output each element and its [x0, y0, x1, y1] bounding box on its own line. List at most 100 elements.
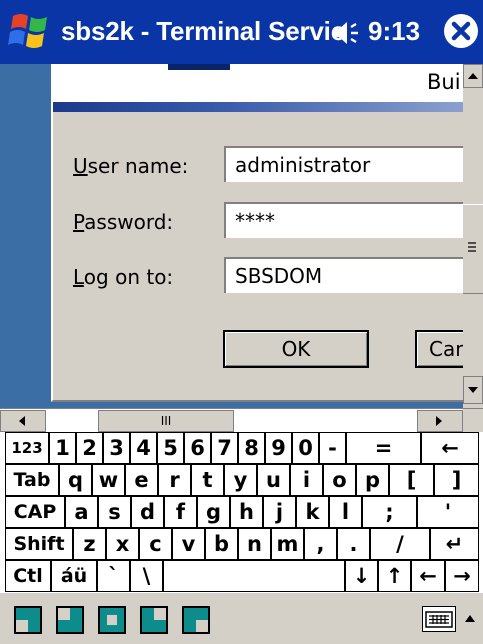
key-z[interactable]: z: [73, 528, 106, 560]
remote-desktop[interactable]: Bui User name: administrator Password: *…: [0, 64, 483, 408]
key-q[interactable]: q: [59, 464, 92, 496]
keyboard-row-1: 123 1 2 3 4 5 6 7 8 9 0 - = ←: [0, 432, 483, 464]
key-2[interactable]: 2: [76, 432, 103, 464]
key-x[interactable]: x: [106, 528, 139, 560]
key-3[interactable]: 3: [103, 432, 130, 464]
key-minus[interactable]: -: [319, 432, 346, 464]
key-t[interactable]: t: [191, 464, 224, 496]
key-y[interactable]: y: [224, 464, 257, 496]
key-intl[interactable]: áü: [51, 560, 97, 592]
key-period[interactable]: .: [337, 528, 370, 560]
arrow-up-icon: [468, 73, 478, 79]
key-comma[interactable]: ,: [304, 528, 337, 560]
key-i[interactable]: i: [290, 464, 323, 496]
arrow-down-icon: [468, 387, 478, 393]
ok-button[interactable]: OK: [223, 330, 369, 368]
key-caps[interactable]: CAP: [5, 496, 65, 528]
key-up[interactable]: ↑: [378, 560, 411, 592]
key-backtick[interactable]: `: [97, 560, 130, 592]
tool-button-1[interactable]: [14, 606, 42, 634]
key-shift[interactable]: Shift: [5, 528, 73, 560]
command-bar: [0, 592, 483, 644]
key-semicolon[interactable]: ;: [362, 496, 417, 528]
close-button[interactable]: [444, 14, 478, 48]
key-j[interactable]: j: [263, 496, 296, 528]
key-quote[interactable]: ': [417, 496, 479, 528]
keyboard-icon: [425, 611, 453, 628]
key-o[interactable]: o: [323, 464, 356, 496]
window-corner-icon: [196, 620, 208, 632]
banner-bar: [168, 64, 230, 70]
key-6[interactable]: 6: [184, 432, 211, 464]
key-p[interactable]: p: [356, 464, 389, 496]
key-space[interactable]: [163, 560, 345, 592]
horizontal-scrollbar[interactable]: III: [0, 408, 483, 433]
tool-button-4[interactable]: [140, 606, 168, 634]
scroll-left-button[interactable]: [0, 410, 46, 432]
windows-flag-icon[interactable]: [7, 10, 53, 52]
key-l[interactable]: l: [329, 496, 362, 528]
key-right[interactable]: →: [445, 560, 479, 592]
speaker-icon[interactable]: [331, 19, 361, 47]
keyboard-row-5: Ctl áü ` \ ↓ ↑ ← →: [0, 560, 483, 592]
key-123[interactable]: 123: [5, 432, 49, 464]
keyboard-row-2: Tab q w e r t y u i o p [ ]: [0, 464, 483, 496]
window-title: sbs2k - Terminal Servic: [61, 16, 345, 46]
password-label: Password:: [73, 210, 174, 234]
key-f[interactable]: f: [164, 496, 197, 528]
key-k[interactable]: k: [296, 496, 329, 528]
window-corner-icon: [58, 608, 70, 620]
key-s[interactable]: s: [98, 496, 131, 528]
key-1[interactable]: 1: [49, 432, 76, 464]
key-enter[interactable]: ↵: [430, 528, 479, 560]
vertical-scrollbar[interactable]: [463, 64, 483, 408]
key-left[interactable]: ←: [411, 560, 445, 592]
key-backslash[interactable]: \: [130, 560, 163, 592]
key-equals[interactable]: =: [346, 432, 421, 464]
tool-button-5[interactable]: [182, 606, 210, 634]
key-g[interactable]: g: [197, 496, 230, 528]
key-down[interactable]: ↓: [345, 560, 378, 592]
key-e[interactable]: e: [125, 464, 158, 496]
key-backspace[interactable]: ←: [421, 432, 479, 464]
key-5[interactable]: 5: [157, 432, 184, 464]
key-ctrl[interactable]: Ctl: [5, 560, 51, 592]
key-slash[interactable]: /: [370, 528, 430, 560]
key-tab[interactable]: Tab: [5, 464, 59, 496]
username-field[interactable]: administrator: [224, 146, 474, 182]
input-menu-arrow-icon[interactable]: [462, 607, 478, 631]
scroll-up-button[interactable]: [463, 64, 483, 88]
key-c[interactable]: c: [139, 528, 172, 560]
key-8[interactable]: 8: [238, 432, 265, 464]
scroll-down-button[interactable]: [463, 376, 483, 404]
logon-domain-field[interactable]: SBSDOM: [224, 257, 474, 293]
key-a[interactable]: a: [65, 496, 98, 528]
key-h[interactable]: h: [230, 496, 263, 528]
key-w[interactable]: w: [92, 464, 125, 496]
input-panel-button[interactable]: [422, 606, 456, 632]
key-v[interactable]: v: [172, 528, 205, 560]
logon-dialog: Bui User name: administrator Password: *…: [51, 64, 483, 402]
tool-button-2[interactable]: [56, 606, 84, 634]
key-close-bracket[interactable]: ]: [434, 464, 479, 496]
window-corner-icon: [154, 608, 166, 620]
clock[interactable]: 9:13: [368, 16, 420, 47]
key-b[interactable]: b: [205, 528, 238, 560]
vertical-scroll-thumb[interactable]: [463, 204, 483, 294]
key-open-bracket[interactable]: [: [389, 464, 434, 496]
key-0[interactable]: 0: [292, 432, 319, 464]
key-u[interactable]: u: [257, 464, 290, 496]
key-7[interactable]: 7: [211, 432, 238, 464]
password-field[interactable]: ****: [224, 202, 474, 238]
key-n[interactable]: n: [238, 528, 271, 560]
key-r[interactable]: r: [158, 464, 191, 496]
key-m[interactable]: m: [271, 528, 304, 560]
tool-button-3[interactable]: [98, 606, 126, 634]
banner-stripe: [53, 102, 473, 112]
key-9[interactable]: 9: [265, 432, 292, 464]
key-d[interactable]: d: [131, 496, 164, 528]
grip-icon: [468, 242, 476, 252]
horizontal-scroll-thumb[interactable]: III: [98, 410, 234, 432]
scroll-right-button[interactable]: [417, 410, 463, 432]
key-4[interactable]: 4: [130, 432, 157, 464]
